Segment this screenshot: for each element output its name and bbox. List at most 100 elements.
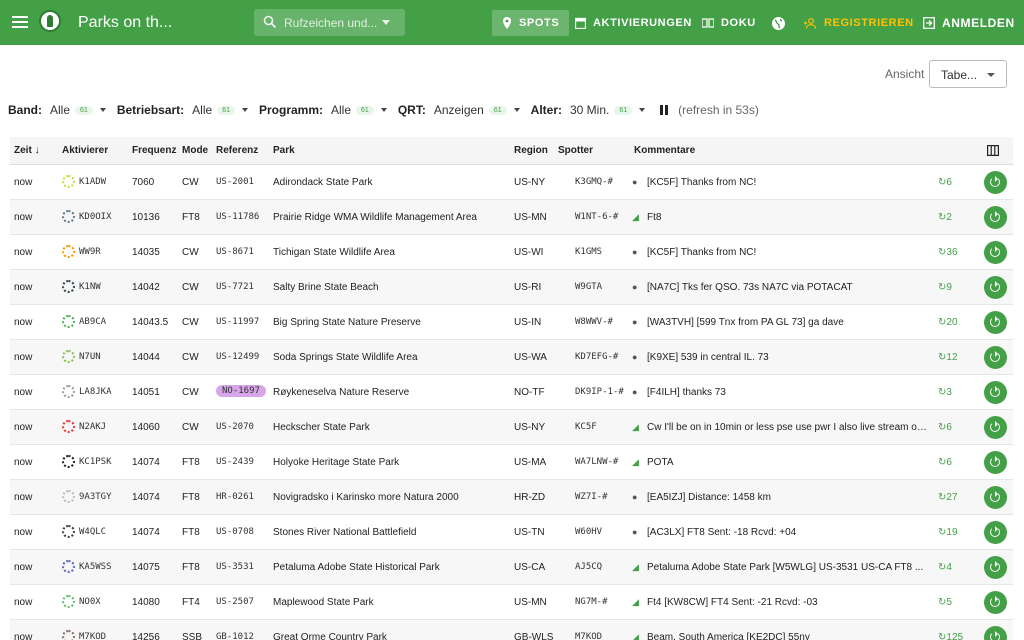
spotter-callsign[interactable]: KC5F: [575, 422, 597, 432]
frequency-cell[interactable]: 7060: [132, 177, 154, 188]
respot-button[interactable]: [984, 451, 1007, 474]
spot-count[interactable]: ↻4: [938, 562, 952, 573]
frequency-cell[interactable]: 14080: [132, 597, 160, 608]
reference-link[interactable]: NO-1697: [216, 385, 266, 397]
spot-count[interactable]: ↻2: [938, 212, 952, 223]
respot-button[interactable]: [984, 521, 1007, 544]
spotter-callsign[interactable]: WA7LNW-#: [575, 457, 618, 467]
qrt-filter-value[interactable]: Anzeigen: [434, 103, 484, 117]
reference-link[interactable]: GB-1012: [216, 632, 254, 640]
program-filter-caret-icon[interactable]: [380, 108, 387, 112]
frequency-cell[interactable]: 14051: [132, 387, 160, 398]
nav-login-button[interactable]: ANMELDEN: [923, 10, 1015, 36]
reference-link[interactable]: US-2001: [216, 177, 254, 187]
respot-button[interactable]: [984, 591, 1007, 614]
chevron-down-icon[interactable]: [382, 20, 390, 25]
park-name[interactable]: Salty Brine State Beach: [273, 282, 379, 293]
band-filter-value[interactable]: Alle: [50, 103, 70, 117]
activator-callsign[interactable]: N2AKJ: [79, 422, 106, 432]
app-logo-icon[interactable]: [39, 10, 61, 32]
spot-count[interactable]: ↻6: [938, 422, 952, 433]
park-name[interactable]: Big Spring State Nature Preserve: [273, 317, 421, 328]
table-row[interactable]: now N7UN 14044 CW US-12499 Soda Springs State…: [10, 340, 1013, 375]
table-row[interactable]: now KC1PSK 14074 FT8 US-2439 Holyoke Heritage…: [10, 445, 1013, 480]
nav-activations-button[interactable]: AKTIVIERUNGEN: [575, 10, 692, 36]
frequency-cell[interactable]: 14074: [132, 492, 160, 503]
column-spotter[interactable]: Spotter: [558, 145, 593, 156]
respot-button[interactable]: [984, 276, 1007, 299]
spotter-callsign[interactable]: AJ5CQ: [575, 562, 602, 572]
reference-link[interactable]: US-2070: [216, 422, 254, 432]
table-row[interactable]: now M7KOD 14256 SSB GB-1012 Great Orme Countr…: [10, 620, 1013, 640]
activator-callsign[interactable]: KD0OIX: [79, 212, 112, 222]
frequency-cell[interactable]: 14075: [132, 562, 160, 573]
activator-callsign[interactable]: AB9CA: [79, 317, 106, 327]
reference-link[interactable]: US-11786: [216, 212, 259, 222]
activator-callsign[interactable]: K1ADW: [79, 177, 106, 187]
column-time[interactable]: Zeit ↓: [14, 145, 40, 156]
mode-filter-caret-icon[interactable]: [241, 108, 248, 112]
table-row[interactable]: now N2AKJ 14060 CW US-2070 Heckscher State Pa…: [10, 410, 1013, 445]
spot-count[interactable]: ↻12: [938, 352, 958, 363]
column-reference[interactable]: Referenz: [216, 145, 258, 156]
respot-button[interactable]: [984, 486, 1007, 509]
respot-button[interactable]: [984, 381, 1007, 404]
reference-link[interactable]: US-2439: [216, 457, 254, 467]
spot-count[interactable]: ↻19: [938, 527, 958, 538]
park-name[interactable]: Tichigan State Wildlife Area: [273, 247, 395, 258]
activator-callsign[interactable]: M7KOD: [79, 632, 106, 640]
activator-callsign[interactable]: KA5WSS: [79, 562, 112, 572]
reference-link[interactable]: US-12499: [216, 352, 259, 362]
park-name[interactable]: Adirondack State Park: [273, 177, 373, 188]
table-row[interactable]: now WW9R 14035 CW US-8671 Tichigan State Wild…: [10, 235, 1013, 270]
nav-register-button[interactable]: REGISTRIEREN: [804, 10, 914, 36]
frequency-cell[interactable]: 14042: [132, 282, 160, 293]
spotter-callsign[interactable]: WZ7I-#: [575, 492, 608, 502]
respot-button[interactable]: [984, 416, 1007, 439]
activator-callsign[interactable]: NO0X: [79, 597, 101, 607]
frequency-cell[interactable]: 10136: [132, 212, 160, 223]
column-region[interactable]: Region: [514, 145, 548, 156]
reference-link[interactable]: US-3531: [216, 562, 254, 572]
frequency-cell[interactable]: 14074: [132, 457, 160, 468]
frequency-cell[interactable]: 14035: [132, 247, 160, 258]
qrt-filter-caret-icon[interactable]: [513, 108, 520, 112]
view-select[interactable]: Tabe...: [929, 60, 1007, 88]
program-filter-value[interactable]: Alle: [331, 103, 351, 117]
nav-spots-button[interactable]: SPOTS: [492, 10, 570, 36]
spotter-callsign[interactable]: KD7EFG-#: [575, 352, 618, 362]
spot-count[interactable]: ↻9: [938, 282, 952, 293]
band-filter-caret-icon[interactable]: [99, 108, 106, 112]
respot-button[interactable]: [984, 241, 1007, 264]
pause-icon[interactable]: [660, 105, 670, 115]
reference-link[interactable]: US-11997: [216, 317, 259, 327]
activator-callsign[interactable]: N7UN: [79, 352, 101, 362]
reference-link[interactable]: US-8671: [216, 247, 254, 257]
column-park[interactable]: Park: [273, 145, 295, 156]
column-mode[interactable]: Mode: [182, 145, 208, 156]
park-name[interactable]: Prairie Ridge WMA Wildlife Management Ar…: [273, 212, 477, 223]
spotter-callsign[interactable]: W1NT-6-#: [575, 212, 618, 222]
park-name[interactable]: Petaluma Adobe State Historical Park: [273, 562, 440, 573]
respot-button[interactable]: [984, 626, 1007, 640]
frequency-cell[interactable]: 14043.5: [132, 317, 168, 328]
table-row[interactable]: now 9A3TGY 14074 FT8 HR-0261 Novigradsko i Ka…: [10, 480, 1013, 515]
column-activator[interactable]: Aktivierer: [62, 145, 108, 156]
respot-button[interactable]: [984, 206, 1007, 229]
table-row[interactable]: now KD0OIX 10136 FT8 US-11786 Prairie Ridge W…: [10, 200, 1013, 235]
park-name[interactable]: Soda Springs State Wildlife Area: [273, 352, 418, 363]
age-filter-value[interactable]: 30 Min.: [570, 103, 609, 117]
mode-filter-value[interactable]: Alle: [192, 103, 212, 117]
spotter-callsign[interactable]: DK9IP-1-#: [575, 387, 624, 397]
table-row[interactable]: now AB9CA 14043.5 CW US-11997 Big Spring Stat…: [10, 305, 1013, 340]
spot-count[interactable]: ↻125: [938, 632, 963, 640]
columns-icon[interactable]: [987, 145, 999, 156]
park-name[interactable]: Maplewood State Park: [273, 597, 374, 608]
activator-callsign[interactable]: KC1PSK: [79, 457, 112, 467]
spotter-callsign[interactable]: K1GMS: [575, 247, 602, 257]
frequency-cell[interactable]: 14256: [132, 632, 160, 640]
spotter-callsign[interactable]: W60HV: [575, 527, 602, 537]
spot-count[interactable]: ↻3: [938, 387, 952, 398]
spot-count[interactable]: ↻20: [938, 317, 958, 328]
reference-link[interactable]: HR-0261: [216, 492, 254, 502]
